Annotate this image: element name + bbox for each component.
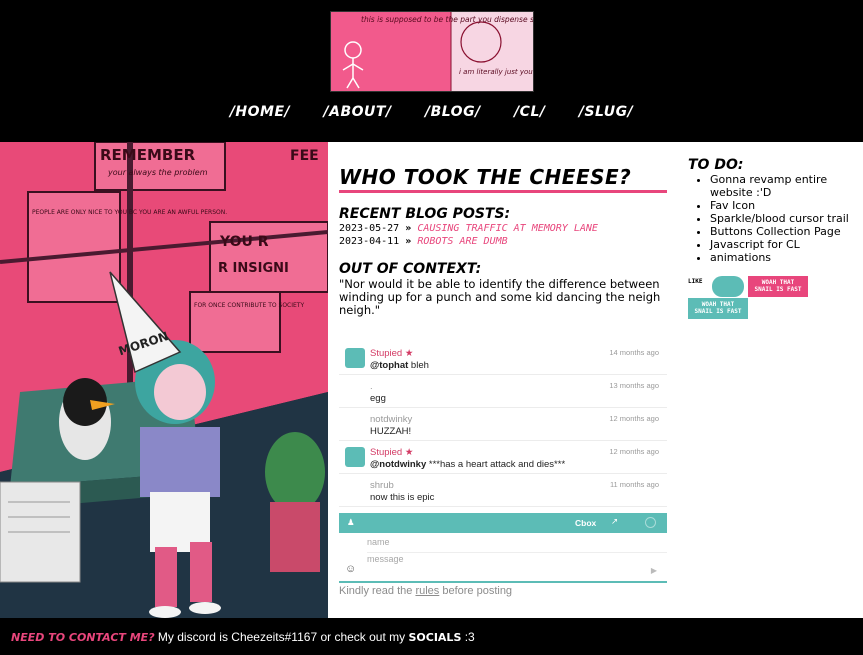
banner-caption-right: i am literally just you. fucking moron: [459, 68, 534, 76]
user-icon[interactable]: ♟: [347, 517, 355, 528]
illustration-panel: REMEMBER your always the problem PEOPLE …: [0, 142, 328, 618]
art-text-remember: REMEMBER: [100, 146, 196, 164]
post-date: 2023-04-11: [339, 236, 400, 247]
todo-item: Buttons Collection Page: [710, 225, 858, 238]
blog-post-item: 2023-05-27 » CAUSING TRAFFIC AT MEMORY L…: [339, 222, 667, 235]
illustration: REMEMBER your always the problem PEOPLE …: [0, 142, 328, 618]
post-date: 2023-05-27: [339, 223, 400, 234]
chat-notice: Kindly read the rules before posting: [339, 585, 513, 597]
post-link[interactable]: CAUSING TRAFFIC AT MEMORY LANE: [417, 223, 598, 234]
nav-slug[interactable]: /SLUG/: [579, 104, 633, 120]
status-dot-icon[interactable]: [645, 517, 656, 528]
ooc-heading: OUT OF CONTEXT:: [339, 261, 482, 277]
rules-link[interactable]: rules: [415, 585, 439, 597]
chat-message: Stupied ★ 12 months ago @notdwinky ***ha…: [339, 441, 667, 474]
art-text-you: YOU R: [219, 234, 269, 250]
chat-text: @tophat bleh: [370, 360, 429, 371]
message-input[interactable]: message: [367, 554, 667, 570]
chat-username: .: [370, 381, 373, 392]
header-banner-image: this is supposed to be the part you disp…: [330, 11, 534, 92]
chat-time: 13 months ago: [609, 381, 659, 390]
blog-post-item: 2023-04-11 » ROBOTS ARE DUMB: [339, 235, 667, 248]
socials-link[interactable]: SOCIALS: [408, 631, 461, 644]
todo-section: TO DO: Gonna revamp entire website :'D F…: [688, 157, 858, 264]
chat-toolbar: ♟ Cbox ↗: [339, 513, 667, 533]
todo-item: Sparkle/blood cursor trail: [710, 212, 858, 225]
like-snail-badge[interactable]: LIKE: [688, 276, 748, 297]
contact-text: My discord is Cheezeits#1167 or check ou…: [154, 630, 409, 644]
todo-heading: TO DO:: [688, 157, 744, 173]
art-text-always: your always the problem: [107, 168, 208, 177]
chat-text: now this is epic: [370, 492, 435, 503]
todo-item: animations: [710, 251, 858, 264]
post-separator: »: [405, 223, 412, 234]
chat-message: Stupied ★ 14 months ago @tophat bleh: [339, 342, 667, 375]
art-text-people: PEOPLE ARE ONLY NICE TO YOU BC YOU ARE A…: [32, 209, 227, 216]
external-link-icon[interactable]: ↗: [611, 516, 618, 527]
page-title: WHO TOOK THE CHEESE?: [339, 165, 667, 193]
chat-text: @notdwinky ***has a heart attack and die…: [370, 459, 566, 470]
main-nav: /HOME/ /ABOUT/ /BLOG/ /CL/ /SLUG/: [0, 104, 863, 120]
main-content: WHO TOOK THE CHEESE? RECENT BLOG POSTS: …: [328, 142, 863, 618]
cbox-brand[interactable]: Cbox: [575, 518, 596, 528]
post-separator: »: [405, 236, 412, 247]
name-input[interactable]: name: [367, 537, 667, 553]
snail-icon: [712, 276, 744, 297]
chat-time: 12 months ago: [609, 447, 659, 456]
contact-tail: :3: [461, 630, 475, 644]
todo-list: Gonna revamp entire website :'D Fav Icon…: [710, 173, 858, 264]
send-icon[interactable]: ▶: [651, 566, 657, 575]
chat-message: shrub 11 months ago now this is epic: [339, 474, 667, 507]
chat-username: shrub: [370, 480, 394, 491]
todo-item: Fav Icon: [710, 199, 858, 212]
footer: NEED TO CONTACT ME? My discord is Cheeze…: [0, 618, 863, 655]
recent-posts-heading: RECENT BLOG POSTS:: [339, 206, 511, 222]
nav-cl[interactable]: /CL/: [514, 104, 545, 120]
chat-time: 11 months ago: [609, 480, 659, 489]
chat-input-underline: [339, 569, 667, 583]
nav-blog[interactable]: /BLOG/: [425, 104, 481, 120]
chat-username: Stupied ★: [370, 447, 414, 458]
nav-home[interactable]: /HOME/: [230, 104, 290, 120]
chat-text: egg: [370, 393, 386, 404]
chat-message: notdwinky 12 months ago HUZZAH!: [339, 408, 667, 441]
todo-item: Gonna revamp entire website :'D: [710, 173, 858, 199]
chat-time: 14 months ago: [609, 348, 659, 357]
emoji-icon[interactable]: ☺: [345, 563, 356, 575]
art-text-contribute: FOR ONCE CONTRIBUTE TO SOCIETY: [194, 302, 304, 309]
ooc-quote: "Nor would it be able to identify the di…: [339, 277, 661, 317]
art-text-fee: FEE: [290, 148, 319, 164]
avatar: [345, 447, 365, 467]
chat-message: . 13 months ago egg: [339, 375, 667, 408]
avatar: [345, 348, 365, 368]
art-text-insigni: R INSIGNI: [218, 261, 289, 276]
chat-time: 12 months ago: [609, 414, 659, 423]
woah-snail-badge[interactable]: WOAH THAT SNAIL IS FAST: [748, 276, 808, 297]
content-column: WHO TOOK THE CHEESE? RECENT BLOG POSTS: …: [339, 165, 667, 317]
contact-lead: NEED TO CONTACT ME?: [11, 631, 155, 644]
star-icon: ★: [404, 348, 414, 359]
todo-item: Javascript for CL: [710, 238, 858, 251]
star-icon: ★: [404, 447, 414, 458]
woah-snail-badge-teal[interactable]: WOAH THAT SNAIL IS FAST: [688, 298, 748, 319]
banner-caption-left: this is supposed to be the part you disp…: [361, 15, 534, 24]
header: this is supposed to be the part you disp…: [0, 0, 863, 142]
chat-text: HUZZAH!: [370, 426, 412, 437]
chat-username: notdwinky: [370, 414, 413, 425]
button-badges: LIKE WOAH THAT SNAIL IS FAST WOAH THAT SNA…: [688, 276, 808, 322]
nav-about[interactable]: /ABOUT/: [324, 104, 392, 120]
cbox-chat: Stupied ★ 14 months ago @tophat bleh . 1…: [339, 342, 667, 599]
chat-username: Stupied ★: [370, 348, 414, 359]
post-link[interactable]: ROBOTS ARE DUMB: [417, 236, 507, 247]
